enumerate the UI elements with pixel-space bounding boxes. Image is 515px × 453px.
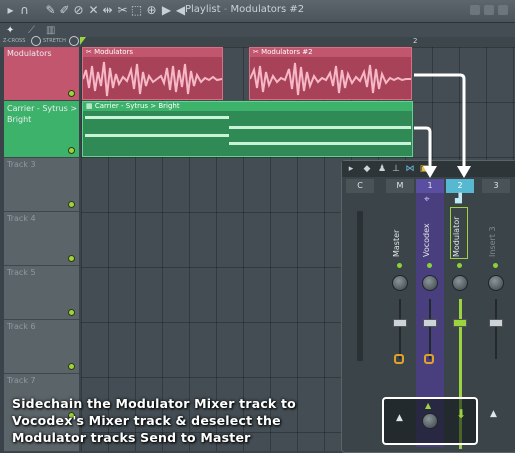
guide-arrows: [414, 73, 471, 178]
annotation-line-3: Modulator tracks Send to Master: [12, 430, 251, 445]
annotation-line-2: Vocodex's Mixer track & deselect the: [12, 413, 281, 428]
annotation-line-1: Sidechain the Modulator Mixer track to: [12, 396, 296, 411]
tutorial-annotation: Sidechain the Modulator Mixer track to V…: [12, 395, 352, 446]
